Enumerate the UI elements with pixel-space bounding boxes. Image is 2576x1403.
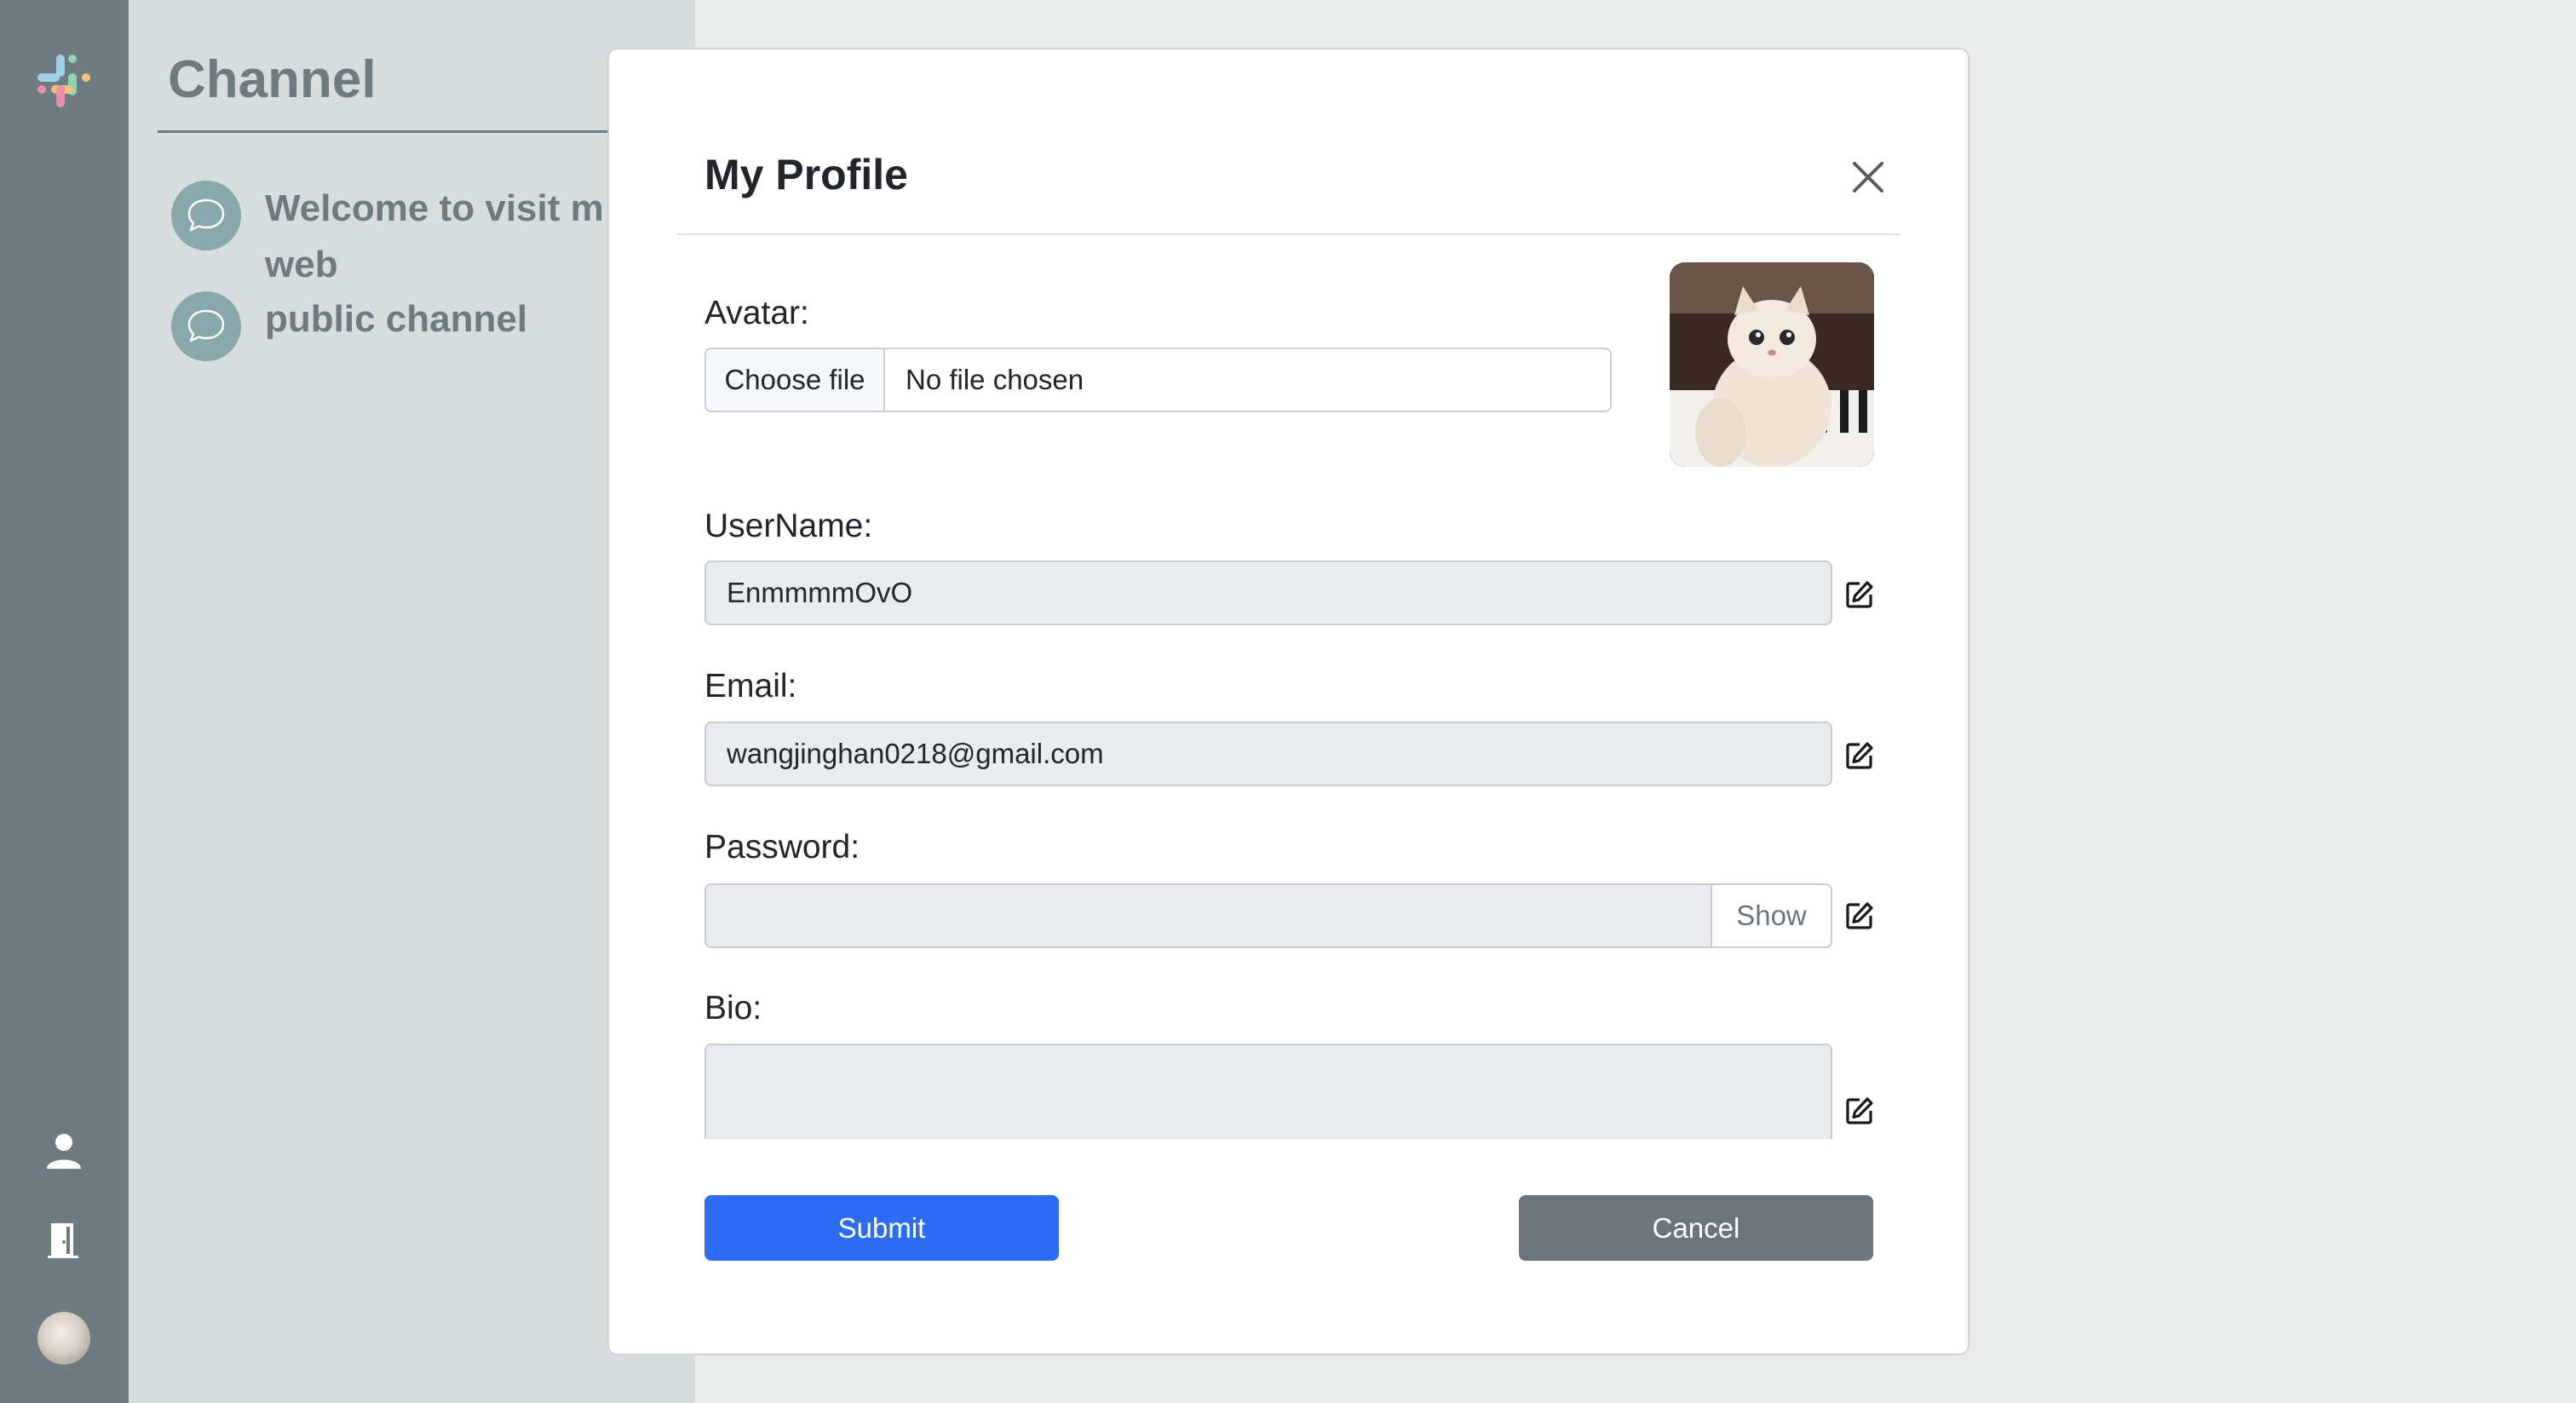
password-label: Password: bbox=[704, 829, 860, 865]
bio-label: Bio: bbox=[704, 990, 762, 1026]
door-exit-icon[interactable] bbox=[43, 1218, 85, 1261]
slack-logo-icon[interactable] bbox=[36, 53, 92, 109]
channel-panel-title: Channel bbox=[168, 50, 377, 109]
modal-title: My Profile bbox=[704, 151, 908, 198]
avatar-file-input[interactable]: Choose file No file chosen bbox=[704, 348, 1612, 412]
email-input[interactable]: wangjinghan0218@gmail.com bbox=[704, 722, 1832, 786]
divider bbox=[158, 130, 686, 133]
modal-divider bbox=[677, 233, 1900, 235]
channel-item-public[interactable]: public channel bbox=[171, 291, 674, 361]
user-icon[interactable] bbox=[43, 1130, 85, 1172]
choose-file-button[interactable]: Choose file bbox=[706, 349, 885, 411]
show-password-button[interactable]: Show bbox=[1711, 883, 1832, 948]
submit-button[interactable]: Submit bbox=[704, 1195, 1059, 1261]
edit-icon[interactable] bbox=[1844, 740, 1875, 771]
bio-textarea[interactable] bbox=[704, 1044, 1832, 1139]
cancel-button[interactable]: Cancel bbox=[1519, 1195, 1873, 1261]
profile-modal: My Profile Avatar: Choose file No file c… bbox=[607, 48, 1969, 1355]
close-icon[interactable] bbox=[1843, 152, 1894, 203]
app-sidebar bbox=[0, 0, 129, 1403]
chat-bubble-icon bbox=[171, 181, 241, 250]
chat-bubble-icon bbox=[171, 291, 241, 361]
file-status-text: No file chosen bbox=[906, 364, 1084, 395]
edit-icon[interactable] bbox=[1844, 1095, 1875, 1126]
channel-item-welcome[interactable]: Welcome to visit m web bbox=[171, 181, 674, 293]
username-input[interactable]: EnmmmmOvO bbox=[704, 561, 1832, 625]
avatar-label: Avatar: bbox=[704, 295, 809, 331]
username-label: UserName: bbox=[704, 508, 873, 544]
user-avatar[interactable] bbox=[37, 1312, 90, 1365]
avatar-preview-image bbox=[1670, 262, 1874, 467]
edit-icon[interactable] bbox=[1844, 579, 1875, 610]
email-label: Email: bbox=[704, 668, 797, 704]
edit-icon[interactable] bbox=[1844, 900, 1875, 931]
password-input[interactable] bbox=[704, 883, 1712, 948]
